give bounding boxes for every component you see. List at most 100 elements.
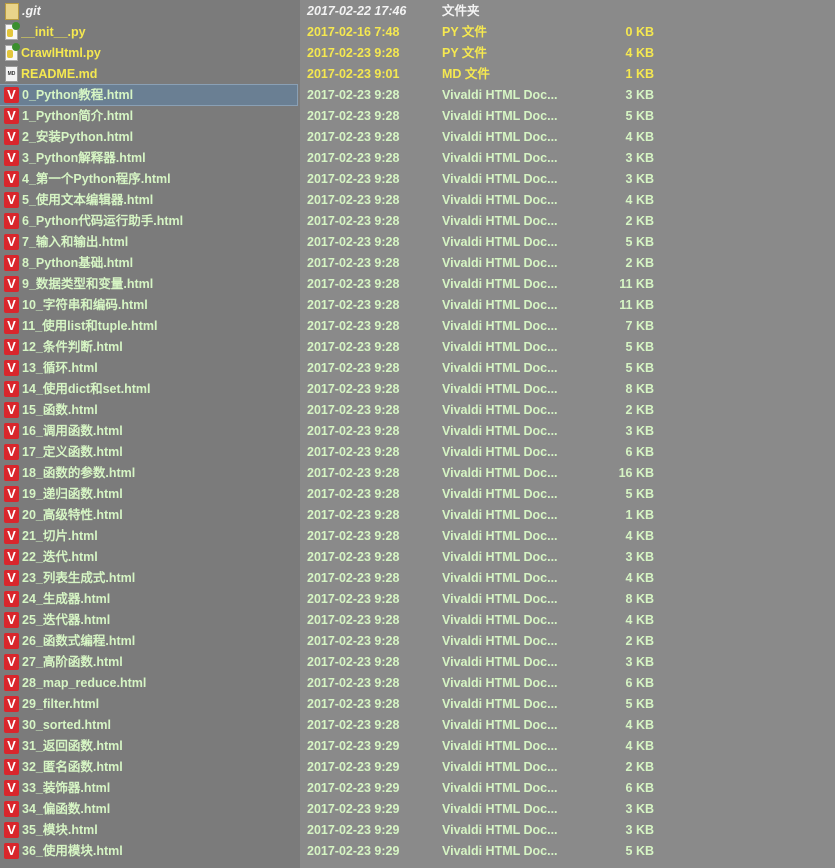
file-name-cell[interactable]: V 34_偏函数.html xyxy=(0,799,297,819)
file-name-cell[interactable]: V 17_定义函数.html xyxy=(0,442,297,462)
file-row[interactable]: V 18_函数的参数.html 2017-02-23 9:28 Vivaldi HTM… xyxy=(0,463,835,484)
file-date-modified: 2017-02-23 9:28 xyxy=(307,697,400,711)
file-date-modified: 2017-02-23 9:28 xyxy=(307,424,400,438)
vivaldi-icon: V xyxy=(4,570,19,586)
file-list[interactable]: .git 2017-02-22 17:46 文件夹 __init__.py 2017-0… xyxy=(0,1,835,862)
file-row[interactable]: V 23_列表生成式.html 2017-02-23 9:28 Vivaldi HTM… xyxy=(0,568,835,589)
file-row[interactable]: V 34_偏函数.html 2017-02-23 9:29 Vivaldi HTML … xyxy=(0,799,835,820)
file-type: PY 文件 xyxy=(442,46,487,60)
file-name-cell[interactable]: V 26_函数式编程.html xyxy=(0,631,297,651)
file-type: 文件夹 xyxy=(442,4,480,18)
file-size: 4 KB xyxy=(625,718,654,732)
vivaldi-icon: V xyxy=(4,360,19,376)
file-name-cell[interactable]: V 28_map_reduce.html xyxy=(0,673,297,693)
file-row[interactable]: V 25_迭代器.html 2017-02-23 9:28 Vivaldi HTML … xyxy=(0,610,835,631)
file-name-cell[interactable]: V 33_装饰器.html xyxy=(0,778,297,798)
file-row[interactable]: V 28_map_reduce.html 2017-02-23 9:28 Vivald… xyxy=(0,673,835,694)
file-row[interactable]: V 30_sorted.html 2017-02-23 9:28 Vivaldi HT… xyxy=(0,715,835,736)
file-name-cell[interactable]: V 19_递归函数.html xyxy=(0,484,297,504)
file-name-cell[interactable]: V 18_函数的参数.html xyxy=(0,463,297,483)
file-name-cell[interactable]: V 5_使用文本编辑器.html xyxy=(0,190,297,210)
file-name-cell[interactable]: V 23_列表生成式.html xyxy=(0,568,297,588)
file-name: 5_使用文本编辑器.html xyxy=(22,193,154,207)
file-name-cell[interactable]: V 24_生成器.html xyxy=(0,589,297,609)
file-row[interactable]: V 5_使用文本编辑器.html 2017-02-23 9:28 Vivaldi HT… xyxy=(0,190,835,211)
file-row[interactable]: V 16_调用函数.html 2017-02-23 9:28 Vivaldi HTML… xyxy=(0,421,835,442)
file-row[interactable]: V 29_filter.html 2017-02-23 9:28 Vivaldi HT… xyxy=(0,694,835,715)
file-row[interactable]: V 0_Python教程.html 2017-02-23 9:28 Vivaldi H… xyxy=(0,84,835,106)
file-name-cell[interactable]: V 1_Python简介.html xyxy=(0,106,297,126)
file-row[interactable]: V 4_第一个Python程序.html 2017-02-23 9:28 Vivald… xyxy=(0,169,835,190)
file-row[interactable]: V 32_匿名函数.html 2017-02-23 9:29 Vivaldi HTML… xyxy=(0,757,835,778)
file-name-cell[interactable]: V 22_迭代.html xyxy=(0,547,297,567)
file-name-cell[interactable]: V 16_调用函数.html xyxy=(0,421,297,441)
file-row[interactable]: V 2_安装Python.html 2017-02-23 9:28 Vivaldi H… xyxy=(0,127,835,148)
file-row[interactable]: CrawlHtml.py 2017-02-23 9:28 PY 文件 4 KB xyxy=(0,43,835,64)
file-row[interactable]: V 1_Python简介.html 2017-02-23 9:28 Vivaldi H… xyxy=(0,106,835,127)
file-name-cell[interactable]: V 31_返回函数.html xyxy=(0,736,297,756)
file-row[interactable]: V 17_定义函数.html 2017-02-23 9:28 Vivaldi HTML… xyxy=(0,442,835,463)
file-row[interactable]: V 21_切片.html 2017-02-23 9:28 Vivaldi HTML D… xyxy=(0,526,835,547)
file-name-cell[interactable]: V 10_字符串和编码.html xyxy=(0,295,297,315)
file-name-cell[interactable]: V 2_安装Python.html xyxy=(0,127,297,147)
file-row[interactable]: V 33_装饰器.html 2017-02-23 9:29 Vivaldi HTML … xyxy=(0,778,835,799)
file-name-cell[interactable]: V 27_高阶函数.html xyxy=(0,652,297,672)
file-size: 3 KB xyxy=(625,88,654,102)
file-row[interactable]: __init__.py 2017-02-16 7:48 PY 文件 0 KB xyxy=(0,22,835,43)
file-row[interactable]: V 22_迭代.html 2017-02-23 9:28 Vivaldi HTML D… xyxy=(0,547,835,568)
file-name-cell[interactable]: V 6_Python代码运行助手.html xyxy=(0,211,297,231)
file-name-cell[interactable]: .git xyxy=(0,1,297,21)
file-row[interactable]: V 15_函数.html 2017-02-23 9:28 Vivaldi HTML D… xyxy=(0,400,835,421)
file-name-cell[interactable]: V 20_高级特性.html xyxy=(0,505,297,525)
file-row[interactable]: V 8_Python基础.html 2017-02-23 9:28 Vivaldi H… xyxy=(0,253,835,274)
file-row[interactable]: MD README.md 2017-02-23 9:01 MD 文件 1 KB xyxy=(0,64,835,85)
file-row[interactable]: V 10_字符串和编码.html 2017-02-23 9:28 Vivaldi HT… xyxy=(0,295,835,316)
file-row[interactable]: V 6_Python代码运行助手.html 2017-02-23 9:28 Vival… xyxy=(0,211,835,232)
file-name-cell[interactable]: V 15_函数.html xyxy=(0,400,297,420)
file-row[interactable]: V 12_条件判断.html 2017-02-23 9:28 Vivaldi HTML… xyxy=(0,337,835,358)
file-row[interactable]: V 11_使用list和tuple.html 2017-02-23 9:28 Viva… xyxy=(0,316,835,337)
file-row[interactable]: V 3_Python解释器.html 2017-02-23 9:28 Vivaldi … xyxy=(0,148,835,169)
file-date-modified: 2017-02-23 9:28 xyxy=(307,46,400,60)
file-name-cell[interactable]: V 3_Python解释器.html xyxy=(0,148,297,168)
file-row[interactable]: V 13_循环.html 2017-02-23 9:28 Vivaldi HTML D… xyxy=(0,358,835,379)
file-row[interactable]: V 19_递归函数.html 2017-02-23 9:28 Vivaldi HTML… xyxy=(0,484,835,505)
file-name-cell[interactable]: V 13_循环.html xyxy=(0,358,297,378)
file-name: 21_切片.html xyxy=(22,529,98,543)
file-name-cell[interactable]: V 11_使用list和tuple.html xyxy=(0,316,297,336)
vivaldi-icon: V xyxy=(4,528,19,544)
file-row[interactable]: V 36_使用模块.html 2017-02-23 9:29 Vivaldi HTML… xyxy=(0,841,835,862)
file-row[interactable]: V 26_函数式编程.html 2017-02-23 9:28 Vivaldi HTM… xyxy=(0,631,835,652)
file-size: 2 KB xyxy=(625,214,654,228)
file-row[interactable]: V 20_高级特性.html 2017-02-23 9:28 Vivaldi HTML… xyxy=(0,505,835,526)
file-name-cell[interactable]: V 30_sorted.html xyxy=(0,715,297,735)
file-name-cell[interactable]: V 36_使用模块.html xyxy=(0,841,297,861)
file-name-cell[interactable]: V 0_Python教程.html xyxy=(0,84,298,106)
file-name-cell[interactable]: V 8_Python基础.html xyxy=(0,253,297,273)
file-row[interactable]: V 9_数据类型和变量.html 2017-02-23 9:28 Vivaldi HT… xyxy=(0,274,835,295)
file-name-cell[interactable]: __init__.py xyxy=(0,22,297,42)
file-name: 14_使用dict和set.html xyxy=(22,382,151,396)
file-name-cell[interactable]: CrawlHtml.py xyxy=(0,43,297,63)
python-file-icon xyxy=(5,22,20,40)
file-name-cell[interactable]: V 4_第一个Python程序.html xyxy=(0,169,297,189)
file-name-cell[interactable]: V 29_filter.html xyxy=(0,694,297,714)
file-name-cell[interactable]: V 12_条件判断.html xyxy=(0,337,297,357)
file-date-modified: 2017-02-23 9:28 xyxy=(307,88,400,102)
file-row[interactable]: V 24_生成器.html 2017-02-23 9:28 Vivaldi HTML … xyxy=(0,589,835,610)
file-name-cell[interactable]: V 25_迭代器.html xyxy=(0,610,297,630)
file-name-cell[interactable]: V 14_使用dict和set.html xyxy=(0,379,297,399)
folder-row[interactable]: .git 2017-02-22 17:46 文件夹 xyxy=(0,1,835,22)
file-row[interactable]: V 7_输入和输出.html 2017-02-23 9:28 Vivaldi HTML… xyxy=(0,232,835,253)
file-name-cell[interactable]: V 32_匿名函数.html xyxy=(0,757,297,777)
file-row[interactable]: V 31_返回函数.html 2017-02-23 9:29 Vivaldi HTML… xyxy=(0,736,835,757)
file-name-cell[interactable]: MD README.md xyxy=(0,64,297,84)
file-row[interactable]: V 27_高阶函数.html 2017-02-23 9:28 Vivaldi HTML… xyxy=(0,652,835,673)
file-name-cell[interactable]: V 9_数据类型和变量.html xyxy=(0,274,297,294)
file-row[interactable]: V 14_使用dict和set.html 2017-02-23 9:28 Vivald… xyxy=(0,379,835,400)
file-name-cell[interactable]: V 7_输入和输出.html xyxy=(0,232,297,252)
vivaldi-icon: V xyxy=(4,318,19,334)
file-name-cell[interactable]: V 35_模块.html xyxy=(0,820,297,840)
file-name-cell[interactable]: V 21_切片.html xyxy=(0,526,297,546)
file-row[interactable]: V 35_模块.html 2017-02-23 9:29 Vivaldi HTML D… xyxy=(0,820,835,841)
